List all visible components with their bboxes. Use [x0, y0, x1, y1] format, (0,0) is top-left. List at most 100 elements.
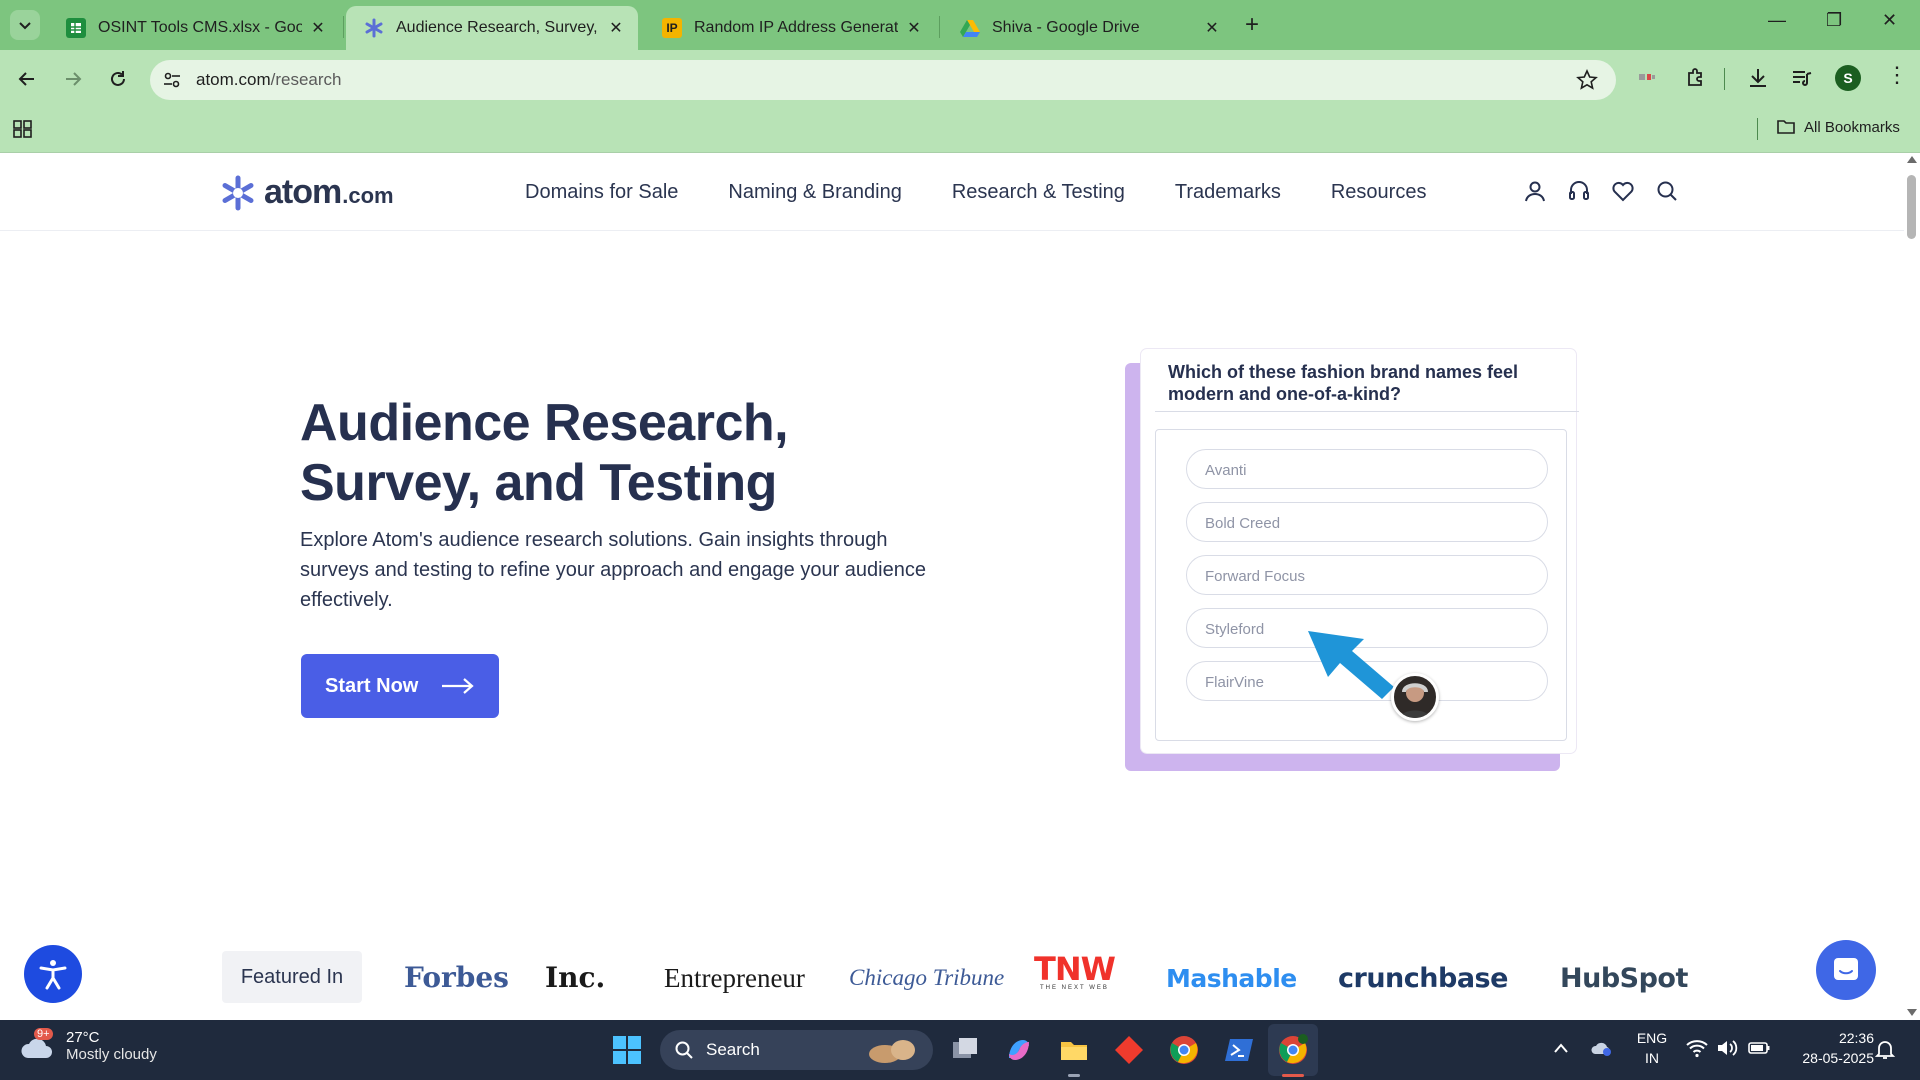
taskbar-search-label: Search — [706, 1040, 760, 1059]
cast-icon[interactable] — [1636, 66, 1658, 88]
tab-osint-sheet[interactable]: OSINT Tools CMS.xlsx - Google ✕ — [48, 6, 340, 50]
main-nav: Domains for Sale Naming & Branding Resea… — [525, 181, 1476, 204]
address-bar[interactable]: atom.com/research — [150, 60, 1616, 100]
region-code: IN — [1645, 1050, 1659, 1066]
scrollbar[interactable] — [1904, 153, 1920, 1020]
volume-icon[interactable] — [1716, 1038, 1738, 1058]
powershell-icon[interactable] — [1223, 1034, 1255, 1066]
close-icon[interactable]: ✕ — [608, 18, 624, 38]
tab-google-drive[interactable]: Shiva - Google Drive ✕ — [942, 6, 1234, 50]
tnw-subtitle: THE NEXT WEB — [1040, 985, 1109, 991]
cursor-arrow-icon — [1308, 631, 1394, 699]
close-icon[interactable]: ✕ — [1204, 18, 1220, 38]
bookmark-star-icon[interactable] — [1576, 69, 1598, 91]
arrow-left-icon — [18, 72, 34, 86]
anydesk-icon[interactable] — [1113, 1034, 1145, 1066]
survey-option[interactable]: Avanti — [1186, 449, 1548, 489]
forward-button[interactable] — [58, 64, 88, 94]
nav-trademarks[interactable]: Trademarks — [1175, 181, 1281, 204]
tab-separator — [343, 16, 344, 38]
back-button[interactable] — [12, 64, 42, 94]
start-now-label: Start Now — [325, 674, 419, 697]
menu-kebab-icon[interactable]: ⋮ — [1886, 64, 1908, 86]
tab-title: Shiva - Google Drive — [992, 19, 1140, 36]
minimize-button[interactable]: — — [1768, 10, 1786, 31]
scroll-up-icon[interactable] — [1907, 155, 1917, 163]
scroll-down-icon[interactable] — [1907, 1009, 1917, 1017]
chat-launcher-button[interactable] — [1816, 940, 1876, 1000]
system-clock[interactable]: 22:36 28-05-2025 — [1786, 1028, 1874, 1068]
tab-search-button[interactable] — [10, 10, 40, 40]
weather-badge: 9+ — [34, 1028, 53, 1040]
nav-domains-for-sale[interactable]: Domains for Sale — [525, 181, 678, 204]
language-code: ENG — [1636, 1030, 1668, 1046]
extensions-icon[interactable] — [1684, 66, 1708, 90]
nav-research-testing[interactable]: Research & Testing — [952, 181, 1125, 204]
accessibility-button[interactable] — [24, 945, 82, 1003]
close-window-button[interactable]: ✕ — [1882, 10, 1897, 31]
onedrive-icon[interactable] — [1590, 1038, 1614, 1058]
crunchbase-logo: crunchbase — [1338, 963, 1508, 994]
site-settings-icon[interactable] — [162, 70, 182, 90]
windows-start-icon[interactable] — [611, 1034, 643, 1066]
taskbar-search[interactable]: Search — [660, 1030, 933, 1070]
language-indicator[interactable]: ENG IN — [1632, 1028, 1672, 1068]
copilot-icon[interactable] — [1003, 1034, 1035, 1066]
accessibility-icon — [39, 960, 67, 990]
media-control-icon[interactable] — [1790, 66, 1814, 90]
download-icon[interactable] — [1746, 66, 1770, 90]
profile-avatar[interactable]: S — [1835, 65, 1861, 91]
site-header: atom .com Domains for Sale Naming & Bran… — [0, 153, 1904, 231]
hero-description: Explore Atom's audience research solutio… — [300, 529, 926, 611]
weather-widget[interactable]: 9+ 27°C Mostly cloudy — [20, 1028, 157, 1064]
start-now-button[interactable]: Start Now — [301, 654, 499, 718]
task-view-icon[interactable] — [949, 1034, 981, 1066]
survey-option[interactable]: Forward Focus — [1186, 555, 1548, 595]
weather-temperature: 27°C — [66, 1029, 100, 1046]
headset-icon[interactable] — [1567, 179, 1591, 203]
scrollbar-thumb[interactable] — [1907, 175, 1916, 239]
survey-option[interactable]: Bold Creed — [1186, 502, 1548, 542]
apps-grid-icon[interactable] — [12, 118, 34, 140]
file-explorer-icon[interactable] — [1058, 1034, 1090, 1066]
toolbar-separator — [1724, 68, 1725, 90]
chrome-profile-icon[interactable] — [1277, 1034, 1309, 1066]
search-highlight-icon — [869, 1040, 915, 1063]
atom-logo[interactable]: atom .com — [220, 173, 394, 212]
search-icon[interactable] — [1655, 179, 1679, 203]
mashable-logo: Mashable — [1166, 964, 1297, 993]
folder-icon — [1777, 120, 1795, 134]
avatar — [1391, 673, 1439, 721]
wifi-icon[interactable] — [1686, 1038, 1708, 1058]
all-bookmarks-label: All Bookmarks — [1804, 118, 1900, 136]
battery-icon[interactable] — [1748, 1040, 1770, 1056]
notification-bell-icon[interactable] — [1874, 1038, 1896, 1060]
tab-title: OSINT Tools CMS.xlsx - Google — [98, 19, 302, 36]
heart-icon[interactable] — [1611, 179, 1635, 203]
nav-naming-branding[interactable]: Naming & Branding — [728, 181, 901, 204]
close-icon[interactable]: ✕ — [310, 18, 326, 38]
tnw-letters: TNW — [1034, 950, 1116, 988]
url-path: /research — [270, 70, 342, 89]
new-tab-button[interactable]: + — [1245, 11, 1259, 39]
reload-button[interactable] — [103, 64, 133, 94]
bookmarks-separator — [1757, 118, 1758, 140]
chrome-icon[interactable] — [1168, 1034, 1200, 1066]
close-icon[interactable]: ✕ — [906, 18, 922, 38]
nav-resources[interactable]: Resources — [1331, 181, 1427, 204]
tnw-logo: TNW THE NEXT WEB — [1034, 950, 1116, 991]
tab-random-ip[interactable]: IP Random IP Address Generator, ✕ — [644, 6, 936, 50]
active-indicator — [1282, 1074, 1304, 1077]
browser-tab-bar: OSINT Tools CMS.xlsx - Google ✕ Audience… — [0, 0, 1920, 50]
running-indicator — [1068, 1074, 1080, 1077]
tab-audience-research[interactable]: Audience Research, Survey, and ✕ — [346, 6, 638, 50]
all-bookmarks-button[interactable]: All Bookmarks — [1776, 118, 1900, 136]
restore-button[interactable]: ❐ — [1826, 10, 1842, 31]
forbes-logo: Forbes — [404, 961, 509, 994]
atom-logo-icon — [222, 175, 254, 210]
clock-time: 22:36 — [1838, 1030, 1874, 1046]
browser-toolbar: atom.com/research S ⋮ All Bookmarks — [0, 50, 1920, 158]
chevron-up-icon[interactable] — [1553, 1042, 1569, 1054]
user-icon[interactable] — [1523, 179, 1547, 203]
tab-title: Audience Research, Survey, and — [396, 19, 600, 36]
